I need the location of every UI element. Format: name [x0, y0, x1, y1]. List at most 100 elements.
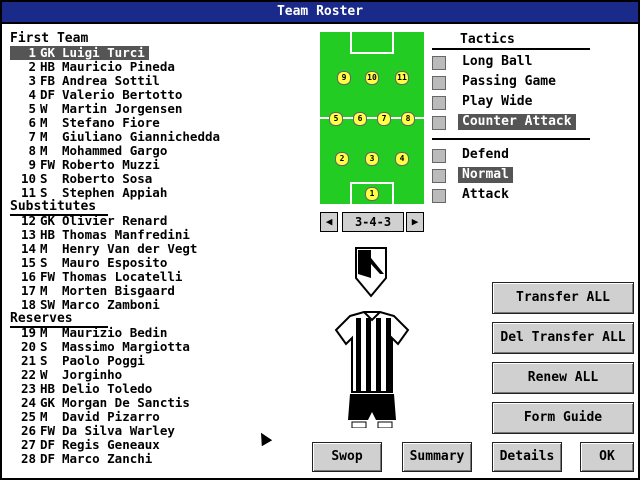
player-row[interactable]: 28 DF Marco Zanchi	[10, 452, 152, 466]
player-row[interactable]: 14 M Henry Van der Vegt	[10, 241, 198, 256]
player-row[interactable]: 27 DF Regis Geneaux	[10, 438, 160, 452]
player-number: 21	[20, 353, 36, 368]
player-name: Roberto Sosa	[62, 171, 153, 186]
ok-button[interactable]: OK	[580, 442, 634, 472]
option-checkbox[interactable]	[432, 116, 446, 130]
player-row[interactable]: 1 GK Luigi Turci	[10, 46, 149, 60]
player-name: Morgan De Sanctis	[62, 395, 190, 410]
bottom-box-right	[392, 182, 394, 204]
player-row[interactable]: 9 FW Roberto Muzzi	[10, 157, 159, 172]
player-position: HB	[40, 227, 56, 242]
player-row[interactable]: 6 M Stefano Fiore	[10, 115, 159, 130]
player-row[interactable]: 25 M David Pizarro	[10, 410, 160, 424]
player-number: 13	[20, 227, 36, 242]
player-name: Paolo Poggi	[62, 353, 145, 368]
player-row[interactable]: 26 FW Da Silva Warley	[10, 424, 175, 438]
option-label: Play Wide	[462, 94, 533, 109]
player-position: M	[40, 115, 48, 130]
player-row[interactable]: 18 SW Marco Zamboni	[10, 298, 160, 312]
formation-player-dot[interactable]: 3	[365, 152, 379, 166]
option-checkbox[interactable]	[432, 96, 446, 110]
player-row[interactable]: 13 HB Thomas Manfredini	[10, 228, 190, 242]
player-row[interactable]: 20 S Massimo Margiotta	[10, 340, 190, 354]
player-position: W	[40, 101, 48, 116]
formation-player-dot[interactable]: 7	[377, 112, 391, 126]
player-name: David Pizarro	[62, 409, 160, 424]
player-number: 10	[20, 171, 36, 186]
player-row[interactable]: 10 S Roberto Sosa	[10, 172, 152, 186]
player-row[interactable]: 3 FB Andrea Sottil	[10, 73, 159, 88]
prev-formation-button[interactable]: ◀	[320, 212, 338, 232]
option-checkbox[interactable]	[432, 56, 446, 70]
player-row[interactable]: 8 M Mohammed Gargo	[10, 144, 167, 158]
player-row[interactable]: 15 S Mauro Esposito	[10, 256, 167, 270]
option-checkbox[interactable]	[432, 149, 446, 163]
player-number: 9	[28, 157, 36, 172]
formation-player-dot[interactable]: 6	[353, 112, 367, 126]
option-checkbox[interactable]	[432, 189, 446, 203]
swop-button[interactable]: Swop	[312, 442, 382, 472]
formation-player-dot[interactable]: 11	[395, 71, 409, 85]
player-name: Giuliano Giannichedda	[62, 129, 221, 144]
option-label: Defend	[462, 147, 509, 162]
player-number: 25	[20, 409, 36, 424]
player-row[interactable]: 24 GK Morgan De Sanctis	[10, 396, 190, 410]
mouse-cursor-icon	[255, 429, 273, 447]
option-label: Long Ball	[462, 54, 533, 69]
formation-pitch[interactable]: 9 10 11 5 6 7 8 2 3 4 1	[320, 32, 424, 204]
player-number: 1	[28, 45, 36, 60]
player-row[interactable]: 2 HB Mauricio Pineda	[10, 59, 175, 74]
first-team-header: First Team	[10, 31, 109, 48]
player-row[interactable]: 5 W Martin Jorgensen	[10, 102, 182, 116]
player-number: 4	[28, 87, 36, 102]
player-row[interactable]: 7 M Giuliano Giannichedda	[10, 130, 220, 144]
player-number: 24	[20, 395, 36, 410]
formation-player-dot[interactable]: 9	[337, 71, 351, 85]
player-name: Thomas Manfredini	[62, 227, 190, 242]
player-position: SW	[40, 297, 56, 312]
player-name: Mauricio Pineda	[62, 59, 175, 74]
player-row[interactable]: 22 W Jorginho	[10, 368, 122, 382]
formation-player-dot[interactable]: 2	[335, 152, 349, 166]
formation-player-dot[interactable]: 5	[329, 112, 343, 126]
del-transfer-all-button[interactable]: Del Transfer ALL	[492, 322, 634, 354]
player-row[interactable]: 16 FW Thomas Locatelli	[10, 270, 182, 284]
player-row[interactable]: 19 M Maurizio Bedin	[10, 326, 167, 340]
option-checkbox[interactable]	[432, 76, 446, 90]
player-name: Stephen Appiah	[62, 185, 168, 200]
details-button[interactable]: Details	[492, 442, 562, 472]
next-formation-button[interactable]: ▶	[406, 212, 424, 232]
formation-player-dot[interactable]: 4	[395, 152, 409, 166]
player-row[interactable]: 17 M Morten Bisgaard	[10, 284, 175, 298]
player-number: 5	[28, 101, 36, 116]
player-row[interactable]: 23 HB Delio Toledo	[10, 382, 152, 396]
formation-player-dot[interactable]: 10	[365, 71, 379, 85]
player-number: 17	[20, 283, 36, 298]
player-name: Henry Van der Vegt	[62, 241, 198, 256]
player-name: Luigi Turci	[62, 45, 145, 60]
player-name: Maurizio Bedin	[62, 325, 168, 340]
player-position: FB	[40, 73, 56, 88]
form-guide-button[interactable]: Form Guide	[492, 402, 634, 434]
player-row[interactable]: 12 GK Olivier Renard	[10, 214, 167, 228]
player-name: Olivier Renard	[62, 213, 168, 228]
player-position: M	[40, 283, 48, 298]
player-position: S	[40, 353, 48, 368]
summary-button[interactable]: Summary	[402, 442, 472, 472]
option-checkbox[interactable]	[432, 169, 446, 183]
transfer-all-button[interactable]: Transfer ALL	[492, 282, 634, 314]
player-name: Marco Zamboni	[62, 297, 160, 312]
player-row[interactable]: 4 DF Valerio Bertotto	[10, 88, 182, 102]
player-row[interactable]: 11 S Stephen Appiah	[10, 186, 167, 200]
reserves-header: Reserves	[10, 311, 108, 328]
player-position: DF	[40, 451, 56, 466]
player-position: S	[40, 171, 48, 186]
player-position: M	[40, 129, 48, 144]
renew-all-button[interactable]: Renew ALL	[492, 362, 634, 394]
player-row[interactable]: 21 S Paolo Poggi	[10, 354, 145, 368]
formation-player-dot[interactable]: 1	[365, 187, 379, 201]
formation-player-dot[interactable]: 8	[401, 112, 415, 126]
player-number: 11	[20, 185, 36, 200]
player-number: 18	[20, 297, 36, 312]
player-position: FW	[40, 269, 56, 284]
